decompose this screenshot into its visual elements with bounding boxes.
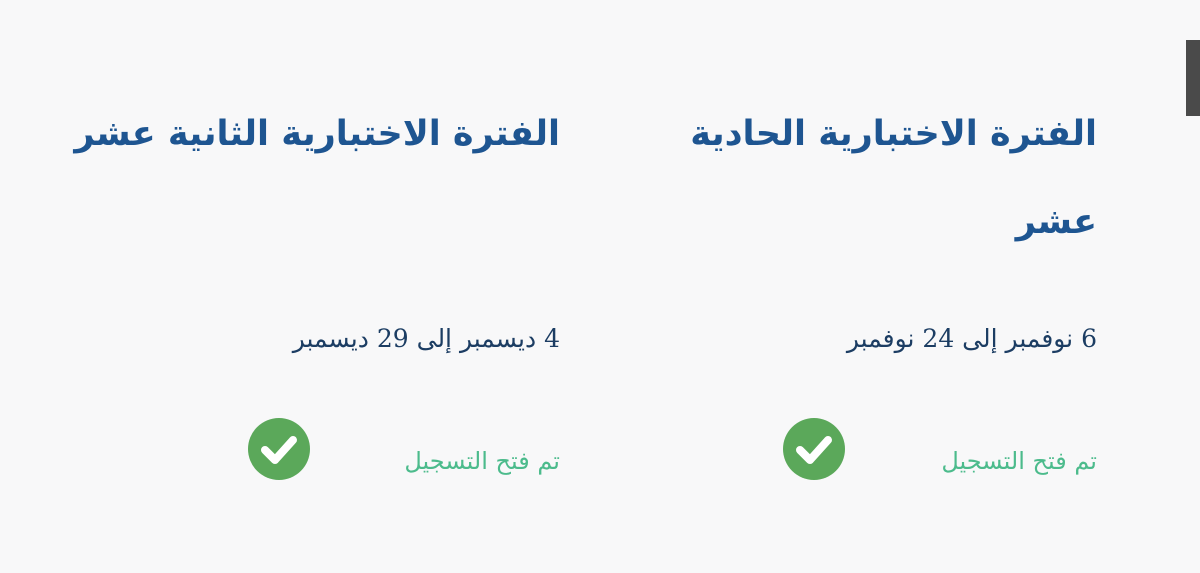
- period-card-12: الفترة الاختبارية الثانية عشر 4 ديسمبر إ…: [40, 90, 560, 488]
- status-text: تم فتح التسجيل: [941, 447, 1097, 475]
- period-card-11: الفترة الاختبارية الحادية عشر 6 نوفمبر إ…: [647, 90, 1097, 488]
- check-circle-icon: [783, 418, 845, 480]
- check-circle-icon: [248, 418, 310, 480]
- scroll-edge-bar: [1186, 40, 1200, 116]
- registration-status: تم فتح التسجيل: [647, 418, 1097, 488]
- period-title: الفترة الاختبارية الحادية عشر: [690, 114, 1097, 242]
- period-title: الفترة الاختبارية الثانية عشر: [74, 114, 560, 154]
- period-dates: 6 نوفمبر إلى 24 نوفمبر: [846, 324, 1097, 353]
- registration-status: تم فتح التسجيل: [40, 418, 560, 488]
- period-dates: 4 ديسمبر إلى 29 ديسمبر: [292, 324, 560, 353]
- status-text: تم فتح التسجيل: [404, 447, 560, 475]
